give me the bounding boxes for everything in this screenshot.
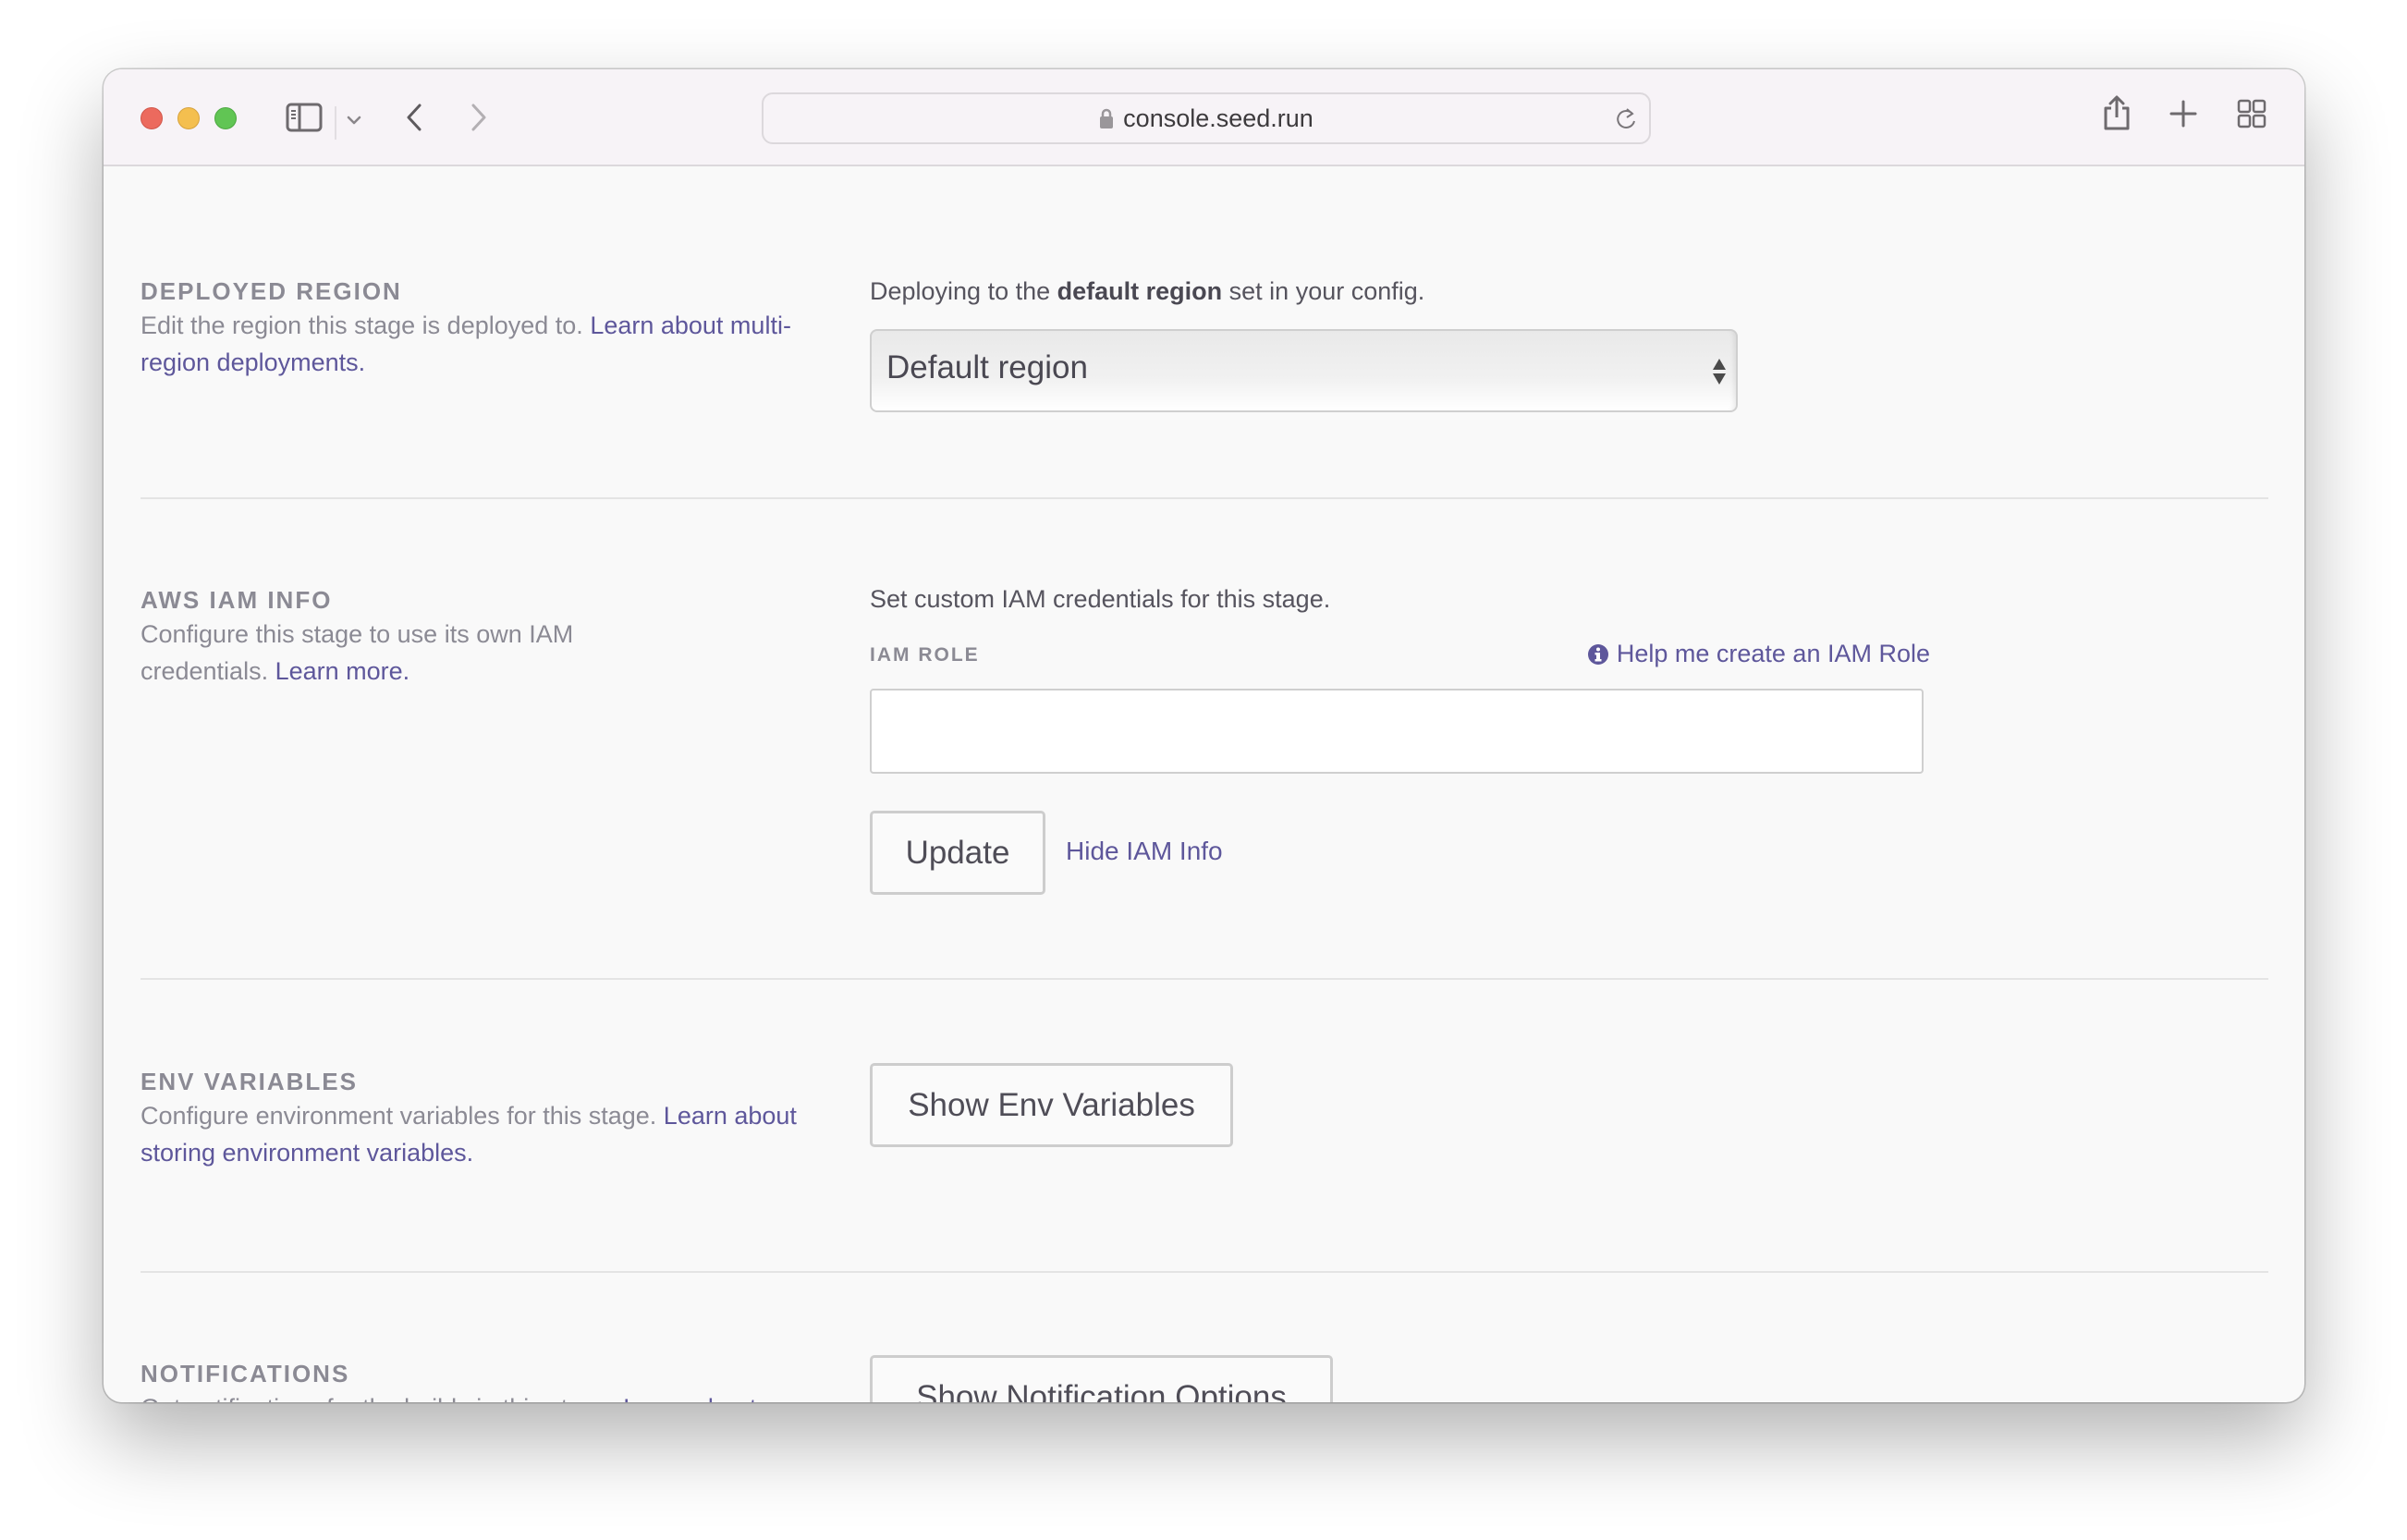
minimize-window-button[interactable] [177, 107, 200, 129]
description-text: Configure environment variables for this… [141, 1102, 664, 1130]
section-heading: ENV VARIABLES [141, 1068, 358, 1095]
region-select[interactable]: Default region [870, 329, 1738, 412]
region-select-value: Default region [886, 349, 1088, 385]
sidebar-toggle-button[interactable] [284, 101, 324, 134]
show-env-variables-button[interactable]: Show Env Variables [870, 1063, 1233, 1147]
hide-iam-info-link[interactable]: Hide IAM Info [1066, 837, 1223, 866]
iam-role-label: IAM ROLE [870, 644, 980, 666]
region-status-text: Deploying to the default region set in y… [870, 277, 1424, 306]
status-prefix: Deploying to the [870, 277, 1057, 305]
share-button[interactable] [2100, 92, 2133, 133]
description-text: Edit the region this stage is deployed t… [141, 312, 591, 339]
section-heading: AWS IAM INFO [141, 586, 333, 614]
iam-role-input[interactable] [870, 689, 1924, 774]
reload-button[interactable] [1614, 105, 1638, 138]
create-iam-role-help-link[interactable]: Help me create an IAM Role [1587, 640, 1930, 668]
description-text: Get notifications for the builds in this… [141, 1394, 623, 1402]
section-description: Configure environment variables for this… [141, 1097, 806, 1171]
section-divider [141, 978, 2268, 980]
grid-icon [2237, 99, 2266, 128]
new-tab-button[interactable] [2167, 97, 2200, 130]
update-button[interactable]: Update [870, 811, 1045, 895]
browser-window: console.seed.run DEPLOYED REGION Edit th… [104, 69, 2304, 1402]
chevron-down-icon [347, 116, 361, 125]
section-heading: DEPLOYED REGION [141, 277, 402, 305]
section-description: Get notifications for the builds in this… [141, 1389, 788, 1402]
select-arrows-icon [1713, 359, 1726, 385]
url-text: console.seed.run [1123, 104, 1313, 132]
status-suffix: set in your config. [1222, 277, 1425, 305]
section-description: Configure this stage to use its own IAM … [141, 616, 658, 690]
help-link-text: Help me create an IAM Role [1616, 640, 1930, 667]
address-bar[interactable]: console.seed.run [762, 92, 1651, 144]
iam-intro-text: Set custom IAM credentials for this stag… [870, 585, 1331, 613]
tab-overview-button[interactable] [2235, 97, 2268, 130]
reload-icon [1617, 108, 1635, 128]
sidebar-menu-button[interactable] [342, 108, 366, 132]
status-bold: default region [1057, 277, 1223, 305]
chevron-right-icon [471, 104, 486, 131]
section-description: Edit the region this stage is deployed t… [141, 307, 806, 381]
show-notification-options-button[interactable]: Show Notification Options [870, 1355, 1333, 1402]
zoom-window-button[interactable] [214, 107, 237, 129]
forward-button[interactable] [462, 99, 495, 136]
section-divider [141, 1271, 2268, 1273]
share-icon [2104, 95, 2130, 130]
browser-toolbar: console.seed.run [104, 69, 2304, 166]
chevron-left-icon [407, 104, 422, 131]
back-button[interactable] [397, 99, 431, 136]
plus-icon [2169, 100, 2197, 128]
section-heading: NOTIFICATIONS [141, 1360, 350, 1387]
toolbar-separator [335, 106, 336, 140]
sidebar-icon [286, 103, 323, 132]
info-circle-icon [1587, 643, 1608, 665]
section-divider [141, 497, 2268, 499]
lock-icon [1100, 108, 1114, 128]
close-window-button[interactable] [141, 107, 163, 129]
page-content: DEPLOYED REGION Edit the region this sta… [104, 166, 2304, 1402]
learn-more-iam-link[interactable]: Learn more. [275, 657, 410, 685]
